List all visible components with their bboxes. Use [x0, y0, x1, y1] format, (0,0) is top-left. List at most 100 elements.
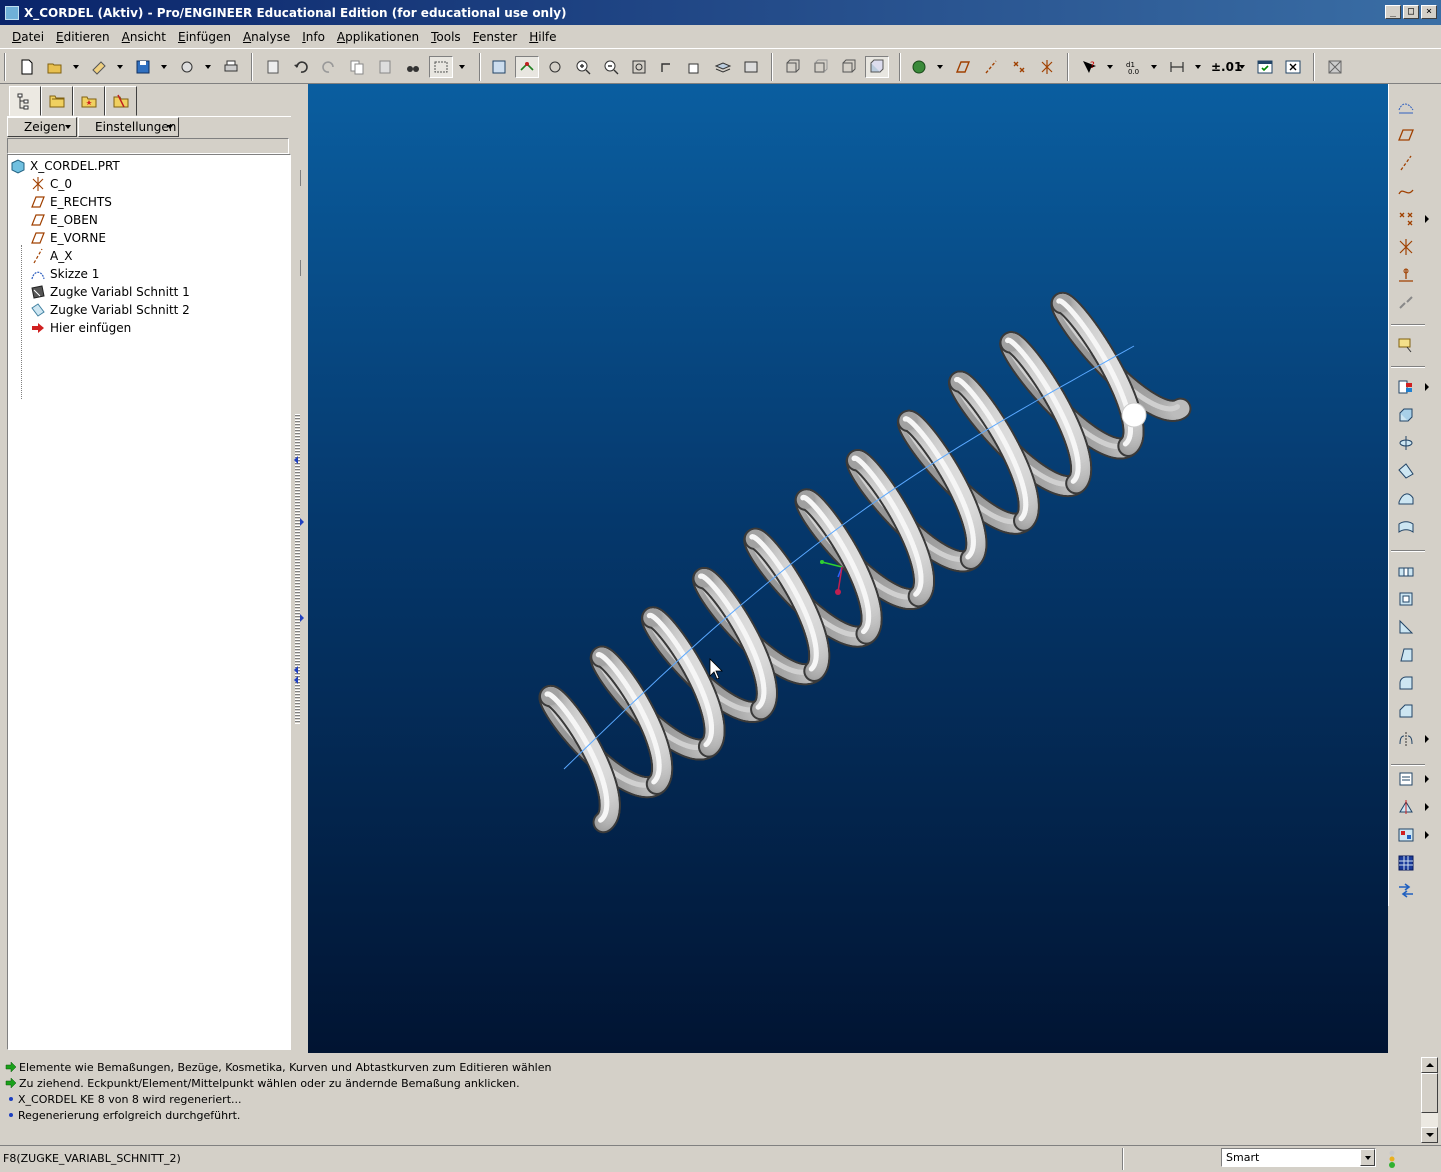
- csys-tool-icon[interactable]: [1395, 236, 1417, 258]
- graphics-window[interactable]: [308, 84, 1388, 1053]
- menu-einfuegen[interactable]: Einfügen: [172, 30, 237, 44]
- new-file-icon[interactable]: [15, 56, 39, 78]
- settings-dropdown[interactable]: Einstellungen: [78, 117, 179, 137]
- datum-points-toggle-icon[interactable]: [1007, 56, 1031, 78]
- regenerate-icon[interactable]: [261, 56, 285, 78]
- tab-connections[interactable]: [105, 86, 137, 116]
- layers-icon[interactable]: [711, 56, 735, 78]
- save-dropdown[interactable]: [159, 56, 169, 78]
- tab-favorites[interactable]: [73, 86, 105, 116]
- scroll-thumb[interactable]: [1421, 1073, 1438, 1113]
- expand-right-icon[interactable]: [300, 614, 304, 622]
- menu-hilfe[interactable]: Hilfe: [523, 30, 562, 44]
- hidden-line-icon[interactable]: [809, 56, 833, 78]
- reorient-icon[interactable]: [655, 56, 679, 78]
- revolve-tool-icon[interactable]: [1395, 432, 1417, 454]
- tab-model-tree[interactable]: [9, 86, 41, 116]
- boundary-blend-icon[interactable]: [1395, 516, 1417, 538]
- panel-splitter[interactable]: [292, 84, 306, 1052]
- close-button[interactable]: ×: [1421, 5, 1437, 19]
- shell-tool-icon[interactable]: [1395, 588, 1417, 610]
- minimize-button[interactable]: _: [1385, 5, 1401, 19]
- csys-toggle-icon[interactable]: [1035, 56, 1059, 78]
- window-close-icon[interactable]: [1281, 56, 1305, 78]
- menu-editieren[interactable]: Editieren: [50, 30, 116, 44]
- menu-ansicht[interactable]: Ansicht: [116, 30, 172, 44]
- datum-planes-toggle-icon[interactable]: [951, 56, 975, 78]
- paste-icon[interactable]: [373, 56, 397, 78]
- show-dropdown[interactable]: Zeigen: [7, 117, 77, 137]
- spin-center-icon[interactable]: [515, 56, 539, 78]
- tree-item-zugke-2[interactable]: Zugke Variabl Schnitt 2: [8, 301, 290, 319]
- redo-icon[interactable]: [317, 56, 341, 78]
- tree-item-c0[interactable]: C_0: [8, 175, 290, 193]
- menu-tools[interactable]: Tools: [425, 30, 467, 44]
- orient-mode-icon[interactable]: [543, 56, 567, 78]
- pattern-tool-icon[interactable]: [1395, 824, 1417, 846]
- collapse-left-icon[interactable]: [294, 456, 298, 464]
- datum-link-tool-icon[interactable]: [1395, 292, 1417, 314]
- tab-folder-browser[interactable]: [41, 86, 73, 116]
- find-icon[interactable]: [401, 56, 425, 78]
- print-icon[interactable]: [219, 56, 243, 78]
- tree-item-zugke-1[interactable]: Zugke Variabl Schnitt 1: [8, 283, 290, 301]
- merge-tool-icon[interactable]: [1395, 768, 1417, 790]
- menu-analyse[interactable]: Analyse: [237, 30, 296, 44]
- model-tree[interactable]: X_CORDEL.PRT C_0 E_RECHTS E_OBEN E_VORNE…: [7, 154, 291, 1050]
- model-tree-toggle-icon[interactable]: [1323, 56, 1347, 78]
- copy-paste-feature-icon[interactable]: [1395, 376, 1417, 398]
- expand-right-icon[interactable]: [300, 518, 304, 526]
- round-tool-icon[interactable]: [1395, 672, 1417, 694]
- scroll-up-icon[interactable]: [1421, 1057, 1438, 1073]
- pattern-flyout[interactable]: [1425, 831, 1429, 839]
- save-icon[interactable]: [131, 56, 155, 78]
- trim-tool-icon[interactable]: [1395, 796, 1417, 818]
- erase-icon[interactable]: [87, 56, 111, 78]
- datum-display-dropdown[interactable]: [935, 56, 945, 78]
- annotation-tool-icon[interactable]: [1395, 334, 1417, 356]
- menu-info[interactable]: Info: [296, 30, 331, 44]
- tree-item-e-rechts[interactable]: E_RECHTS: [8, 193, 290, 211]
- undo-icon[interactable]: [289, 56, 313, 78]
- zoom-out-icon[interactable]: [599, 56, 623, 78]
- collapse-left-icon[interactable]: [294, 666, 298, 674]
- menu-fenster[interactable]: Fenster: [467, 30, 524, 44]
- tree-item-root[interactable]: X_CORDEL.PRT: [8, 157, 290, 175]
- copy-icon[interactable]: [345, 56, 369, 78]
- variable-sweep-tool-icon[interactable]: [1395, 460, 1417, 482]
- tolerance-dropdown[interactable]: [1237, 56, 1247, 78]
- flexible-modeling-icon[interactable]: [1395, 880, 1417, 902]
- datum-point-tool-icon[interactable]: [1395, 208, 1417, 230]
- datum-axis-tool-icon[interactable]: [1395, 152, 1417, 174]
- datum-plane-tool-icon[interactable]: [1395, 124, 1417, 146]
- mirror-tool-icon[interactable]: [1395, 728, 1417, 750]
- erase-dropdown[interactable]: [115, 56, 125, 78]
- datum-curve-tool-icon[interactable]: [1395, 180, 1417, 202]
- refit-icon[interactable]: [627, 56, 651, 78]
- context-help-icon[interactable]: ?: [1077, 56, 1101, 78]
- copy-flyout[interactable]: [1425, 383, 1429, 391]
- select-box-icon[interactable]: [429, 56, 453, 78]
- sketch-tool-icon[interactable]: [1395, 96, 1417, 118]
- relations-icon[interactable]: d1 0.0: [1121, 56, 1145, 78]
- hole-tool-icon[interactable]: [1395, 560, 1417, 582]
- rib-tool-icon[interactable]: [1395, 616, 1417, 638]
- dimension-icon[interactable]: [1165, 56, 1189, 78]
- merge-flyout[interactable]: [1425, 775, 1429, 783]
- open-folder-icon[interactable]: [43, 56, 67, 78]
- selection-filter-select[interactable]: Smart: [1221, 1148, 1376, 1167]
- relations-dropdown[interactable]: [1149, 56, 1159, 78]
- mirror-flyout[interactable]: [1425, 735, 1429, 743]
- dimension-dropdown[interactable]: [1193, 56, 1203, 78]
- wireframe-icon[interactable]: [781, 56, 805, 78]
- analysis-tool-icon[interactable]: [1395, 264, 1417, 286]
- tree-item-skizze-1[interactable]: Skizze 1: [8, 265, 290, 283]
- datum-axes-toggle-icon[interactable]: [979, 56, 1003, 78]
- datum-display-icon[interactable]: [907, 56, 931, 78]
- menu-datei[interactable]: Datei: [6, 30, 50, 44]
- blend-tool-icon[interactable]: [1395, 488, 1417, 510]
- saved-views-icon[interactable]: [683, 56, 707, 78]
- chevron-down-icon[interactable]: [1360, 1149, 1375, 1166]
- draft-tool-icon[interactable]: [1395, 644, 1417, 666]
- window-activate-icon[interactable]: [1253, 56, 1277, 78]
